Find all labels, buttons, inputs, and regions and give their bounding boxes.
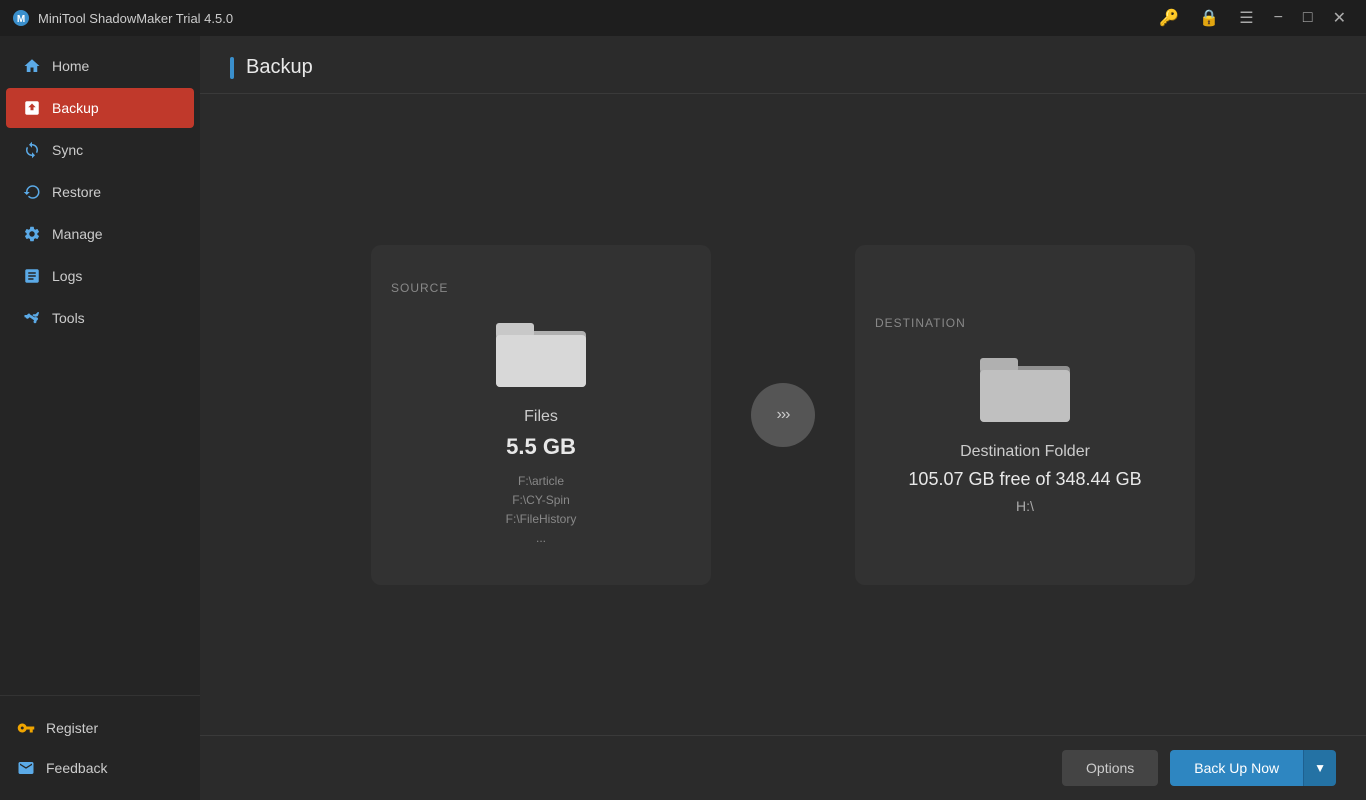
source-folder-icon [496,315,586,392]
header-accent [230,57,234,79]
app-body: Home Backup Sync Restore [0,36,1366,800]
sidebar-label-register: Register [46,720,98,736]
titlebar: M MiniTool ShadowMaker Trial 4.5.0 🔑 🔒 ☰… [0,0,1366,36]
window-controls: 🔑 🔒 ☰ − □ ✕ [1151,4,1354,32]
sidebar-bottom: Register Feedback [0,695,200,800]
source-path-2: F:\CY-Spin [506,491,577,510]
register-icon [16,718,36,738]
sidebar-label-backup: Backup [52,100,99,116]
key-icon[interactable]: 🔑 [1151,4,1187,32]
sidebar-label-home: Home [52,58,89,74]
sidebar-label-manage: Manage [52,226,103,242]
backup-now-button[interactable]: Back Up Now [1170,750,1303,786]
logs-icon [22,266,42,286]
sidebar-item-register[interactable]: Register [0,708,200,748]
sidebar-item-restore[interactable]: Restore [6,172,194,212]
sidebar-item-tools[interactable]: Tools [6,298,194,338]
sidebar-label-feedback: Feedback [46,760,107,776]
source-card[interactable]: SOURCE Files 5.5 GB F:\article F:\CY- [371,245,711,585]
backup-icon [22,98,42,118]
sidebar-label-restore: Restore [52,184,101,200]
app-title: MiniTool ShadowMaker Trial 4.5.0 [38,11,1151,26]
sidebar-item-sync[interactable]: Sync [6,130,194,170]
source-path-1: F:\article [506,472,577,491]
maximize-button[interactable]: □ [1295,5,1321,31]
close-button[interactable]: ✕ [1325,4,1354,32]
destination-section-label: DESTINATION [875,316,966,330]
destination-folder-icon [980,350,1070,427]
source-type-label: Files [524,408,558,426]
app-logo: M [12,9,30,27]
feedback-icon [16,758,36,778]
footer: Options Back Up Now ▼ [200,735,1366,800]
menu-icon[interactable]: ☰ [1231,4,1261,32]
arrow-button[interactable]: ››› [751,383,815,447]
sidebar-label-logs: Logs [52,268,82,284]
backup-area: SOURCE Files 5.5 GB F:\article F:\CY- [200,94,1366,735]
backup-button-group: Back Up Now ▼ [1170,750,1336,786]
sidebar: Home Backup Sync Restore [0,36,200,800]
restore-icon [22,182,42,202]
sidebar-item-manage[interactable]: Manage [6,214,194,254]
svg-text:M: M [17,14,25,25]
home-icon [22,56,42,76]
source-size: 5.5 GB [506,434,576,460]
sidebar-label-tools: Tools [52,310,85,326]
manage-icon [22,224,42,244]
minimize-button[interactable]: − [1266,5,1291,31]
source-path-more: ... [506,529,577,548]
destination-drive: H:\ [1016,498,1034,514]
source-path-3: F:\FileHistory [506,510,577,529]
sidebar-item-logs[interactable]: Logs [6,256,194,296]
backup-dropdown-button[interactable]: ▼ [1303,750,1336,786]
main-content: Backup SOURCE Files 5.5 GB [200,36,1366,800]
destination-free-space: 105.07 GB free of 348.44 GB [908,469,1141,490]
destination-type-label: Destination Folder [960,443,1090,461]
sync-icon [22,140,42,160]
sidebar-item-home[interactable]: Home [6,46,194,86]
page-header: Backup [200,36,1366,94]
sidebar-item-feedback[interactable]: Feedback [0,748,200,788]
sidebar-item-backup[interactable]: Backup [6,88,194,128]
page-title: Backup [246,56,313,79]
source-paths: F:\article F:\CY-Spin F:\FileHistory ... [506,472,577,549]
destination-card[interactable]: DESTINATION Destination Folder 105.07 GB… [855,245,1195,585]
source-section-label: SOURCE [391,281,448,295]
options-button[interactable]: Options [1062,750,1158,786]
sidebar-label-sync: Sync [52,142,83,158]
sidebar-nav: Home Backup Sync Restore [0,36,200,695]
lock-icon[interactable]: 🔒 [1191,4,1227,32]
dropdown-arrow-icon: ▼ [1314,761,1326,775]
tools-icon [22,308,42,328]
arrow-symbol: ››› [777,406,790,424]
